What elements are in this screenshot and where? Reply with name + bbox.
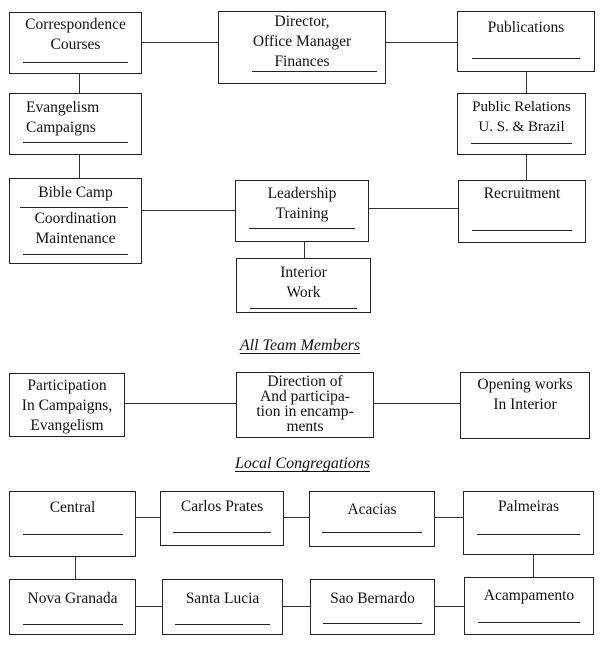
box-label: Central: [49, 499, 96, 516]
connector-novagranada-santalucia: [135, 606, 162, 607]
underline: [323, 623, 422, 624]
heading-local-congregations: Local Congregations: [235, 455, 370, 472]
underline: [250, 308, 357, 309]
box-label: Publications: [487, 19, 565, 36]
connector-participation-direction: [124, 403, 236, 404]
box-label: Sao Bernardo: [330, 590, 415, 607]
box-public-relations: Public Relations U. S. & Brazil: [457, 93, 586, 155]
box-label-secondary: Coordination Maintenance: [34, 210, 117, 247]
connector-carlosprates-acacias: [283, 517, 309, 518]
box-label: Direction of And participa- tion in enca…: [256, 373, 354, 435]
underline: [23, 254, 128, 255]
underline: [471, 58, 581, 59]
connector-palmeiras-acampamento: [533, 555, 534, 577]
underline: [476, 534, 581, 535]
congregation-acampamento: Acampamento: [464, 577, 594, 635]
underline: [249, 228, 355, 229]
congregation-nova-granada: Nova Granada: [9, 579, 136, 635]
box-label: Public Relations U. S. & Brazil: [472, 99, 571, 135]
congregation-acacias: Acacias: [309, 491, 435, 547]
underline: [23, 62, 128, 63]
box-leadership-training: Leadership Training: [235, 180, 369, 242]
box-publications: Publications: [457, 11, 595, 72]
connector-santalucia-saobernardo: [282, 606, 310, 607]
connector-central-novagranada: [75, 557, 76, 579]
congregation-central: Central: [9, 491, 136, 557]
box-interior-work: Interior Work: [236, 258, 371, 313]
box-label: Carlos Prates: [180, 498, 264, 515]
box-evangelism-campaigns: Evangelism Campaigns: [9, 93, 142, 155]
box-label: Leadership Training: [267, 185, 337, 222]
connector-publicrelations-recruitment: [526, 154, 527, 180]
box-label: Acacias: [347, 501, 397, 518]
box-participation: Participation In Campaigns, Evangelism: [9, 373, 125, 437]
connector-direction-opening: [373, 403, 460, 404]
box-label: Director, Office Manager Finances: [252, 13, 352, 70]
congregation-carlos-prates: Carlos Prates: [160, 491, 284, 546]
box-label: Evangelism Campaigns: [26, 99, 100, 136]
connector-correspondence-evangelism: [79, 73, 80, 93]
connector-saobernardo-acampamento: [434, 606, 464, 607]
connector-evangelism-biblecamp: [79, 154, 80, 178]
box-label: Correspondence Courses: [25, 16, 126, 53]
underline: [22, 534, 123, 535]
underline: [322, 532, 422, 533]
box-direction: Direction of And participa- tion in enca…: [236, 372, 374, 438]
box-label: Santa Lucia: [185, 590, 260, 607]
box-label: Palmeiras: [497, 498, 560, 515]
connector-correspondence-director: [141, 42, 218, 43]
box-correspondence-courses: Correspondence Courses: [9, 12, 142, 74]
heading-all-team-members: All Team Members: [239, 337, 361, 354]
connector-leadership-interior: [304, 242, 305, 258]
connector-acacias-palmeiras: [434, 517, 463, 518]
box-director: Director, Office Manager Finances: [218, 11, 386, 84]
underline: [20, 207, 128, 208]
box-label: Nova Granada: [27, 590, 118, 607]
underline: [23, 142, 128, 143]
underline: [22, 624, 123, 625]
box-label: Acampamento: [483, 587, 575, 604]
congregation-santa-lucia: Santa Lucia: [162, 579, 283, 635]
connector-central-carlosprates: [135, 517, 160, 518]
box-label: Recruitment: [483, 185, 561, 202]
box-recruitment: Recruitment: [458, 180, 586, 243]
box-label: Opening works In Interior: [477, 376, 573, 413]
box-label: Interior Work: [280, 264, 327, 301]
connector-publications-publicrelations: [526, 71, 527, 94]
underline: [477, 622, 581, 623]
underline: [471, 230, 573, 231]
box-label: Participation In Campaigns, Evangelism: [21, 377, 113, 434]
box-label: Bible Camp: [38, 184, 113, 201]
underline: [174, 624, 271, 625]
congregation-sao-bernardo: Sao Bernardo: [310, 579, 435, 635]
connector-director-publications: [385, 42, 459, 43]
box-opening-works: Opening works In Interior: [460, 372, 590, 439]
box-bible-camp: Bible Camp Coordination Maintenance: [9, 178, 142, 264]
connector-leadership-recruitment: [369, 208, 459, 209]
connector-biblecamp-leadership: [142, 210, 235, 211]
underline: [252, 71, 377, 72]
congregation-palmeiras: Palmeiras: [463, 491, 594, 555]
underline: [470, 143, 573, 144]
underline: [173, 532, 271, 533]
